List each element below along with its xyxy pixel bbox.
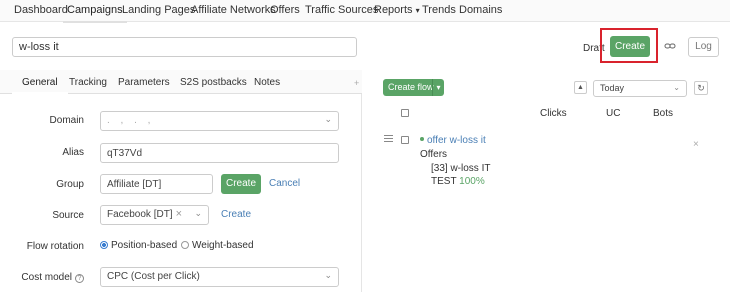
- caret-down-icon[interactable]: ▾: [432, 79, 444, 96]
- highlight-box: [600, 28, 658, 63]
- radio-checked-icon: [100, 241, 108, 249]
- nav-offers[interactable]: Offers: [270, 4, 300, 16]
- flow-rotation-label: Flow rotation: [26, 241, 84, 252]
- domain-select[interactable]: . , . , ⌄: [100, 111, 339, 131]
- refresh-icon[interactable]: ↻: [694, 81, 708, 95]
- share-value: 100%: [459, 176, 485, 187]
- column-clicks: Clicks: [540, 108, 567, 119]
- log-button[interactable]: Log: [688, 37, 719, 57]
- tab-general[interactable]: General: [12, 77, 68, 94]
- source-label: Source: [52, 210, 84, 221]
- nav-campaigns[interactable]: Campaigns: [63, 4, 127, 23]
- tabs-more-icon[interactable]: +: [354, 78, 359, 88]
- chevron-down-icon: ⌄: [324, 114, 332, 124]
- tab-s2s-postbacks[interactable]: S2S postbacks: [180, 77, 247, 88]
- alias-input[interactable]: [100, 143, 339, 163]
- domain-value: . , . ,: [107, 115, 155, 126]
- nav-trends[interactable]: Trends: [422, 4, 456, 16]
- chevron-down-icon: ⌄: [324, 270, 332, 280]
- test-label: TEST: [431, 176, 457, 187]
- settings-tabs: General Tracking Parameters S2S postback…: [0, 70, 362, 94]
- chevron-down-icon: ⌄: [194, 208, 202, 218]
- cost-model-text: Cost model: [21, 272, 72, 283]
- group-create-button[interactable]: Create: [221, 174, 261, 194]
- offers-label: Offers: [420, 149, 448, 160]
- nav-landing-pages[interactable]: Landing Pages: [122, 4, 195, 16]
- column-bots: Bots: [653, 108, 674, 119]
- radio-unchecked-icon: [181, 241, 189, 249]
- sort-up-icon[interactable]: ▲: [574, 81, 587, 94]
- flow-name: offer w-loss it: [427, 135, 486, 146]
- tab-notes[interactable]: Notes: [254, 77, 280, 88]
- domain-label: Domain: [49, 115, 84, 126]
- radio-position-based[interactable]: Position-based: [100, 240, 177, 251]
- source-value: Facebook [DT]: [107, 209, 173, 220]
- nav-affiliate-networks[interactable]: Affiliate Networks: [191, 4, 276, 16]
- flow-checkbox[interactable]: [401, 136, 409, 144]
- create-flow-label: Create flow: [388, 82, 434, 92]
- offer-share: TEST 100%: [431, 176, 485, 187]
- create-flow-button[interactable]: Create flow ▾: [383, 79, 444, 96]
- link-icon[interactable]: [664, 40, 676, 52]
- date-range-value: Today: [600, 83, 625, 93]
- chevron-down-icon: ⌄: [673, 83, 680, 92]
- radio-label: Weight-based: [192, 240, 254, 251]
- nav-domains[interactable]: Domains: [459, 4, 502, 16]
- source-create-link[interactable]: Create: [221, 209, 251, 220]
- date-range-select[interactable]: Today ⌄: [593, 80, 687, 97]
- group-cancel-link[interactable]: Cancel: [269, 178, 300, 189]
- cost-model-select[interactable]: CPC (Cost per Click) ⌄: [100, 267, 339, 287]
- flow-name-link[interactable]: offer w-loss it: [420, 135, 486, 146]
- active-dot-icon: [420, 137, 424, 141]
- help-icon[interactable]: ?: [75, 274, 84, 283]
- clear-icon[interactable]: ×: [176, 208, 182, 220]
- nav-reports[interactable]: Reports ▾: [374, 4, 420, 16]
- nav-traffic-sources[interactable]: Traffic Sources: [305, 4, 378, 16]
- nav-dashboard[interactable]: Dashboard: [14, 4, 68, 16]
- campaign-name-input[interactable]: [12, 37, 357, 57]
- alias-label: Alias: [62, 147, 84, 158]
- source-select[interactable]: Facebook [DT] × ⌄: [100, 205, 209, 225]
- tab-tracking[interactable]: Tracking: [69, 77, 107, 88]
- offer-item[interactable]: [33] w-loss IT: [431, 163, 490, 174]
- radio-weight-based[interactable]: Weight-based: [181, 240, 254, 251]
- drag-handle-icon[interactable]: [384, 135, 393, 144]
- top-nav: Dashboard Campaigns Landing Pages Affili…: [0, 0, 730, 23]
- cost-model-value: CPC (Cost per Click): [107, 271, 200, 282]
- select-all-checkbox[interactable]: [401, 109, 409, 117]
- radio-label: Position-based: [111, 240, 178, 251]
- cost-model-label: Cost model?: [4, 272, 84, 283]
- group-input[interactable]: [100, 174, 213, 194]
- tab-parameters[interactable]: Parameters: [118, 77, 170, 88]
- close-icon[interactable]: ×: [693, 139, 699, 150]
- group-label: Group: [56, 179, 84, 190]
- column-uc: UC: [606, 108, 621, 119]
- chevron-down-icon: ▾: [415, 6, 420, 15]
- nav-reports-label: Reports: [374, 4, 413, 16]
